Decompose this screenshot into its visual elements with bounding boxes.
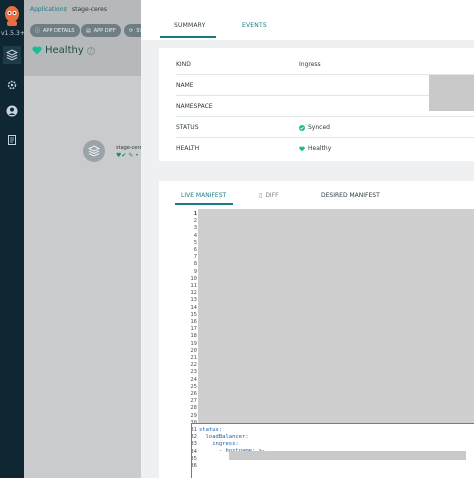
code-line-33: ingress: bbox=[199, 441, 239, 447]
line-number: 17 bbox=[190, 326, 197, 333]
line-number: 29 bbox=[190, 412, 197, 419]
breadcrumb-current: stage-ceres bbox=[72, 6, 107, 13]
desired-manifest-label: DESIRED MANIFEST bbox=[321, 192, 380, 199]
panel-tabs: SUMMARY EVENTS bbox=[141, 0, 474, 40]
app-health-label: Healthy bbox=[45, 45, 84, 56]
settings-nav-icon[interactable] bbox=[3, 76, 21, 94]
line-number: 22 bbox=[190, 362, 197, 369]
argo-logo-icon[interactable] bbox=[3, 4, 21, 28]
user-nav-icon[interactable] bbox=[3, 102, 21, 120]
line-number: 28 bbox=[190, 405, 197, 412]
redacted-hostname bbox=[229, 451, 466, 460]
line-number: 1 bbox=[193, 211, 197, 217]
app-details-button[interactable]: ⓘ APP DETAILS bbox=[30, 24, 80, 37]
line-number: 25 bbox=[190, 383, 197, 390]
line-number: 3 bbox=[193, 225, 197, 232]
health-row: HEALTH Healthy bbox=[176, 138, 474, 159]
tab-desired-manifest[interactable]: DESIRED MANIFEST bbox=[321, 192, 380, 199]
line-number: 27 bbox=[190, 398, 197, 405]
app-diff-label: APP DIFF bbox=[93, 27, 116, 34]
health-value: Healthy bbox=[299, 145, 331, 152]
info-icon: ⓘ bbox=[35, 28, 41, 34]
redacted-manifest-code bbox=[198, 209, 474, 423]
summary-card: KIND Ingress NAME NAMESPACE STATUS Synce… bbox=[159, 48, 474, 161]
left-nav: v1.5.3+c bbox=[0, 0, 28, 478]
tab-summary[interactable]: SUMMARY bbox=[174, 22, 206, 29]
line-number: 26 bbox=[190, 391, 197, 397]
line-number: 4 bbox=[193, 232, 197, 239]
kind-value: Ingress bbox=[299, 61, 321, 68]
breadcrumb-applications[interactable]: Applications bbox=[30, 6, 67, 13]
line-number: 18 bbox=[190, 333, 197, 340]
health-value-text: Healthy bbox=[308, 145, 332, 152]
line-number: 19 bbox=[190, 340, 197, 347]
redacted-name-namespace bbox=[429, 75, 474, 111]
diff-label: DIFF bbox=[265, 192, 279, 199]
manifest-card: LIVE MANIFEST ▯ DIFF DESIRED MANIFEST 12… bbox=[159, 181, 474, 478]
line-number: 24 bbox=[190, 376, 197, 383]
applications-nav-icon[interactable] bbox=[3, 46, 21, 64]
line-number: 5 bbox=[193, 239, 197, 246]
status-value: Synced bbox=[299, 124, 330, 131]
line-number: 10 bbox=[190, 275, 197, 282]
tab-diff[interactable]: ▯ DIFF bbox=[259, 192, 279, 199]
manifest-editor[interactable]: 1 2 3 4 5 6 7 8 9 10 11 12 13 14 15 16 17 18 19 20 21 22 23 24 2… bbox=[185, 209, 474, 478]
docs-nav-icon[interactable] bbox=[3, 131, 21, 149]
kind-row: KIND Ingress bbox=[176, 54, 474, 75]
edit-icon[interactable]: ✎ bbox=[128, 152, 133, 159]
line-number: 21 bbox=[190, 355, 197, 361]
app-details-label: APP DETAILS bbox=[43, 27, 75, 34]
help-icon[interactable]: ? bbox=[86, 46, 95, 55]
line-number: 12 bbox=[190, 290, 197, 297]
line-number: 16 bbox=[190, 319, 197, 325]
line-number: 8 bbox=[193, 261, 197, 268]
kind-label: KIND bbox=[176, 61, 191, 68]
heart-icon bbox=[32, 46, 42, 55]
tab-events[interactable]: EVENTS bbox=[242, 22, 267, 29]
name-label: NAME bbox=[176, 82, 194, 89]
line-number: 7 bbox=[193, 254, 197, 261]
code-line-32: loadBalancer: bbox=[199, 434, 249, 440]
code-line-31: status: bbox=[199, 427, 223, 433]
tab-live-manifest[interactable]: LIVE MANIFEST bbox=[181, 192, 226, 199]
diff-icon: ▤ bbox=[86, 27, 91, 34]
status-row: STATUS Synced bbox=[176, 117, 474, 138]
line-number: 9 bbox=[193, 268, 197, 275]
line-number: 6 bbox=[193, 247, 197, 253]
file-icon: ▯ bbox=[259, 192, 263, 199]
namespace-label: NAMESPACE bbox=[176, 103, 213, 110]
line-number: 14 bbox=[190, 304, 197, 311]
line-number: 20 bbox=[190, 347, 197, 354]
breadcrumb-separator: / bbox=[65, 6, 68, 13]
resource-node-icon[interactable] bbox=[83, 140, 105, 162]
resource-details-panel: SUMMARY EVENTS KIND Ingress NAME NAMESPA… bbox=[141, 0, 474, 478]
live-manifest-label: LIVE MANIFEST bbox=[181, 192, 227, 199]
app-diff-button[interactable]: ▤ APP DIFF bbox=[81, 24, 121, 37]
active-manifest-tab-indicator bbox=[175, 203, 233, 205]
status-value-text: Synced bbox=[308, 124, 330, 131]
sync-icon: ⟳ bbox=[129, 27, 134, 34]
line-number: 11 bbox=[190, 283, 197, 289]
synced-check-icon bbox=[299, 124, 305, 131]
line-number: 2 bbox=[193, 218, 197, 225]
synced-icon: ✔ bbox=[121, 152, 127, 159]
health-label: HEALTH bbox=[176, 145, 200, 152]
active-tab-indicator bbox=[160, 36, 216, 38]
line-number: 13 bbox=[190, 297, 197, 304]
heart-icon bbox=[299, 146, 305, 151]
status-label: STATUS bbox=[176, 124, 199, 131]
app-health-status: Healthy ? bbox=[32, 45, 95, 56]
resource-node-status: ♥✔ ✎ • bbox=[116, 152, 139, 159]
line-number: 15 bbox=[190, 311, 197, 318]
more-icon[interactable]: • bbox=[135, 152, 139, 159]
line-number: 23 bbox=[190, 369, 197, 376]
